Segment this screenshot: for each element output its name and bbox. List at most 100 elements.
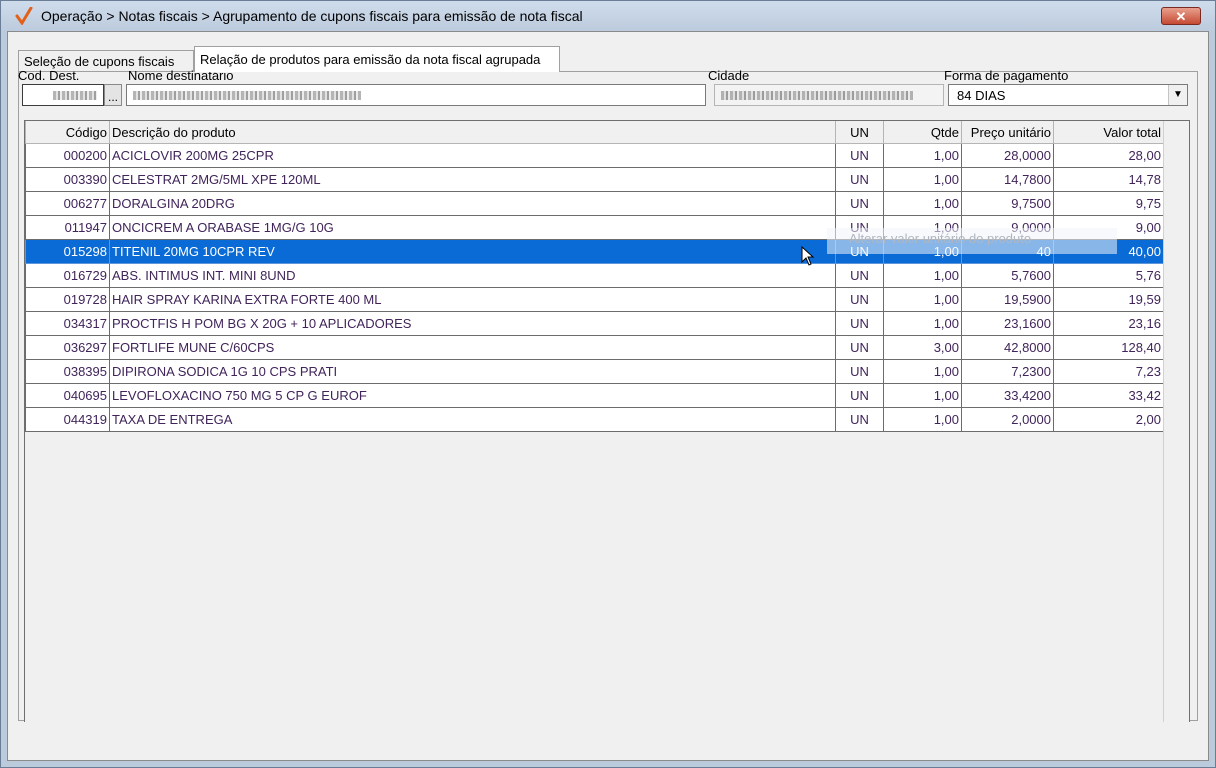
cell-total: 14,78 <box>1053 167 1164 192</box>
cell-codigo: 038395 <box>25 359 110 384</box>
cell-qtde: 1,00 <box>883 287 962 312</box>
cell-total: 9,75 <box>1053 191 1164 216</box>
cell-descricao: DIPIRONA SODICA 1G 10 CPS PRATI <box>109 359 836 384</box>
cell-preco[interactable]: 19,5900 <box>961 287 1054 312</box>
table-row[interactable]: 016729 ABS. INTIMUS INT. MINI 8UND UN 1,00 5… <box>25 263 1164 288</box>
redacted-value <box>53 91 97 100</box>
col-header-codigo[interactable]: Código <box>25 121 110 144</box>
table-row[interactable]: 003390 CELESTRAT 2MG/5ML XPE 120ML UN 1,00 1… <box>25 167 1164 192</box>
cell-preco[interactable]: 5,7600 <box>961 263 1054 288</box>
cell-descricao: LEVOFLOXACINO 750 MG 5 CP G EUROF <box>109 383 836 408</box>
cell-descricao: PROCTFIS H POM BG X 20G + 10 APLICADORES <box>109 311 836 336</box>
vertical-scrollbar[interactable] <box>1163 121 1189 742</box>
col-header-qtde[interactable]: Qtde <box>883 121 962 144</box>
cod-dest-field[interactable] <box>22 84 104 106</box>
cell-codigo: 000200 <box>25 143 110 168</box>
cell-codigo: 015298 <box>25 239 110 264</box>
browse-destinatario-button[interactable]: ... <box>104 84 122 106</box>
checkmark-icon <box>15 7 33 25</box>
table-row[interactable]: 040695 LEVOFLOXACINO 750 MG 5 CP G EUROF U… <box>25 383 1164 408</box>
tooltip: Alterar valor unitário do produto <box>827 228 1117 254</box>
close-button[interactable]: ✕ <box>1161 7 1201 25</box>
client-area: Seleção de cupons fiscais Relação de pro… <box>7 31 1209 761</box>
cell-codigo: 036297 <box>25 335 110 360</box>
cell-preco[interactable]: 33,4200 <box>961 383 1054 408</box>
products-table: Código Descrição do produto UN Qtde Preç… <box>25 121 1164 432</box>
cell-preco[interactable]: 14,7800 <box>961 167 1054 192</box>
cell-preco[interactable]: 2,0000 <box>961 407 1054 432</box>
cell-qtde: 1,00 <box>883 383 962 408</box>
products-grid[interactable]: Código Descrição do produto UN Qtde Preç… <box>24 120 1190 743</box>
cell-codigo: 011947 <box>25 215 110 240</box>
table-row[interactable]: 000200 ACICLOVIR 200MG 25CPR UN 1,00 28,0000… <box>25 143 1164 168</box>
redacted-value <box>721 91 913 100</box>
cell-descricao: ONCICREM A ORABASE 1MG/G 10G <box>109 215 836 240</box>
table-row[interactable]: 036297 FORTLIFE MUNE C/60CPS UN 3,00 42,8000… <box>25 335 1164 360</box>
col-header-un[interactable]: UN <box>835 121 884 144</box>
title-bar[interactable]: Operação > Notas fiscais > Agrupamento d… <box>1 1 1215 31</box>
header-row: Código Descrição do produto UN Qtde Preç… <box>25 121 1164 144</box>
cell-descricao: ABS. INTIMUS INT. MINI 8UND <box>109 263 836 288</box>
cell-preco[interactable]: 28,0000 <box>961 143 1054 168</box>
status-bar <box>8 722 1208 760</box>
cod-dest-label: Cod. Dest. <box>18 68 80 83</box>
cell-descricao: CELESTRAT 2MG/5ML XPE 120ML <box>109 167 836 192</box>
cell-codigo: 034317 <box>25 311 110 336</box>
cell-codigo: 006277 <box>25 191 110 216</box>
table-row[interactable]: 038395 DIPIRONA SODICA 1G 10 CPS PRATI UN 1… <box>25 359 1164 384</box>
col-header-total[interactable]: Valor total <box>1053 121 1164 144</box>
cidade-field <box>714 84 944 106</box>
cell-un: UN <box>835 335 884 360</box>
mouse-cursor-icon <box>801 246 815 266</box>
cell-un: UN <box>835 383 884 408</box>
chevron-down-icon[interactable]: ▼ <box>1168 85 1187 105</box>
table-row[interactable]: 006277 DORALGINA 20DRG UN 1,00 9,7500 9,75 <box>25 191 1164 216</box>
cell-qtde: 1,00 <box>883 311 962 336</box>
cell-total: 23,16 <box>1053 311 1164 336</box>
cell-total: 19,59 <box>1053 287 1164 312</box>
cell-un: UN <box>835 191 884 216</box>
cell-preco[interactable]: 9,7500 <box>961 191 1054 216</box>
cell-qtde: 1,00 <box>883 263 962 288</box>
table-row[interactable]: 044319 TAXA DE ENTREGA UN 1,00 2,0000 2,00 <box>25 407 1164 432</box>
redacted-value <box>133 91 361 100</box>
table-row[interactable]: 034317 PROCTFIS H POM BG X 20G + 10 APLIC… <box>25 311 1164 336</box>
cell-preco[interactable]: 7,2300 <box>961 359 1054 384</box>
cell-preco[interactable]: 42,8000 <box>961 335 1054 360</box>
forma-pagamento-select[interactable]: 84 DIAS ▼ <box>948 84 1188 106</box>
cell-codigo: 019728 <box>25 287 110 312</box>
cell-un: UN <box>835 143 884 168</box>
cell-codigo: 040695 <box>25 383 110 408</box>
cell-descricao: DORALGINA 20DRG <box>109 191 836 216</box>
app-window: Operação > Notas fiscais > Agrupamento d… <box>0 0 1216 768</box>
col-header-descricao[interactable]: Descrição do produto <box>109 121 836 144</box>
cell-un: UN <box>835 407 884 432</box>
forma-pagamento-value: 84 DIAS <box>957 88 1006 103</box>
cell-qtde: 1,00 <box>883 191 962 216</box>
tab-relacao-produtos[interactable]: Relação de produtos para emissão da nota… <box>194 46 560 72</box>
cell-total: 33,42 <box>1053 383 1164 408</box>
cell-un: UN <box>835 167 884 192</box>
cell-descricao: HAIR SPRAY KARINA EXTRA FORTE 400 ML <box>109 287 836 312</box>
cell-total: 2,00 <box>1053 407 1164 432</box>
cidade-label: Cidade <box>708 68 750 83</box>
cell-descricao: ACICLOVIR 200MG 25CPR <box>109 143 836 168</box>
cell-codigo: 003390 <box>25 167 110 192</box>
col-header-preco[interactable]: Preço unitário <box>961 121 1054 144</box>
cell-codigo: 044319 <box>25 407 110 432</box>
table-row[interactable]: 019728 HAIR SPRAY KARINA EXTRA FORTE 400 … <box>25 287 1164 312</box>
cell-total: 5,76 <box>1053 263 1164 288</box>
cell-un: UN <box>835 311 884 336</box>
cell-total: 7,23 <box>1053 359 1164 384</box>
cell-qtde: 1,00 <box>883 407 962 432</box>
cell-descricao: FORTLIFE MUNE C/60CPS <box>109 335 836 360</box>
cell-preco[interactable]: 23,1600 <box>961 311 1054 336</box>
cell-total: 128,40 <box>1053 335 1164 360</box>
nome-destinatario-field[interactable] <box>126 84 706 106</box>
cell-descricao: TITENIL 20MG 10CPR REV <box>109 239 836 264</box>
cell-un: UN <box>835 287 884 312</box>
window-title: Operação > Notas fiscais > Agrupamento d… <box>41 8 583 24</box>
cell-qtde: 1,00 <box>883 167 962 192</box>
cell-un: UN <box>835 359 884 384</box>
forma-pagamento-label: Forma de pagamento <box>944 68 1069 83</box>
